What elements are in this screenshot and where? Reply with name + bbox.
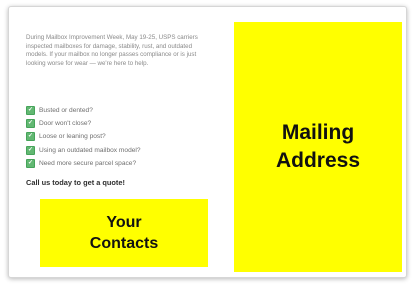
checklist-item-label: Need more secure parcel space? [39,159,137,167]
check-icon: ✓ [26,106,35,116]
checklist-item: ✓ Need more secure parcel space? [26,157,216,170]
your-contacts-placeholder: Your Contacts [40,199,208,267]
check-icon: ✓ [26,119,35,129]
mailing-address-placeholder: Mailing Address [234,22,402,272]
checklist-item-label: Using an outdated mailbox model? [39,146,141,154]
mailing-address-label: Mailing Address [275,121,361,172]
checklist-item: ✓ Door won't close? [26,117,216,130]
your-contacts-label: Your Contacts [89,214,159,252]
checklist-item: ✓ Using an outdated mailbox model? [26,144,216,157]
check-icon: ✓ [26,145,35,155]
checklist-item: ✓ Busted or dented? [26,104,216,117]
checklist-item: ✓ Loose or leaning post? [26,130,216,143]
check-icon: ✓ [26,158,35,168]
checklist: ✓ Busted or dented? ✓ Door won't close? ✓ L… [26,104,216,170]
call-to-action: Call us today to get a quote! [26,178,125,187]
checklist-item-label: Door won't close? [39,120,92,128]
check-icon: ✓ [26,132,35,142]
checklist-item-label: Busted or dented? [39,107,93,115]
checklist-item-label: Loose or leaning post? [39,133,106,141]
intro-paragraph: During Mailbox Improvement Week, May 19-… [26,34,198,67]
